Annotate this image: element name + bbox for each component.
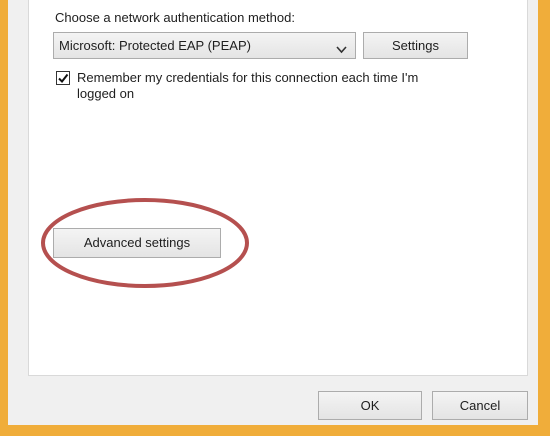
auth-method-dropdown[interactable]: Microsoft: Protected EAP (PEAP) xyxy=(53,32,356,59)
window-border-right xyxy=(538,0,550,436)
window-border-bottom xyxy=(0,425,550,436)
remember-credentials-label: Remember my credentials for this connect… xyxy=(77,70,419,101)
auth-method-value: Microsoft: Protected EAP (PEAP) xyxy=(59,38,251,53)
checkmark-icon xyxy=(57,72,69,87)
chevron-down-icon xyxy=(336,42,347,57)
auth-method-label: Choose a network authentication method: xyxy=(55,10,295,25)
remember-credentials-checkbox[interactable] xyxy=(56,71,70,85)
settings-button[interactable]: Settings xyxy=(363,32,468,59)
advanced-settings-button[interactable]: Advanced settings xyxy=(53,228,221,258)
ok-button[interactable]: OK xyxy=(318,391,422,420)
cancel-button[interactable]: Cancel xyxy=(432,391,528,420)
window-border-left xyxy=(0,0,8,436)
